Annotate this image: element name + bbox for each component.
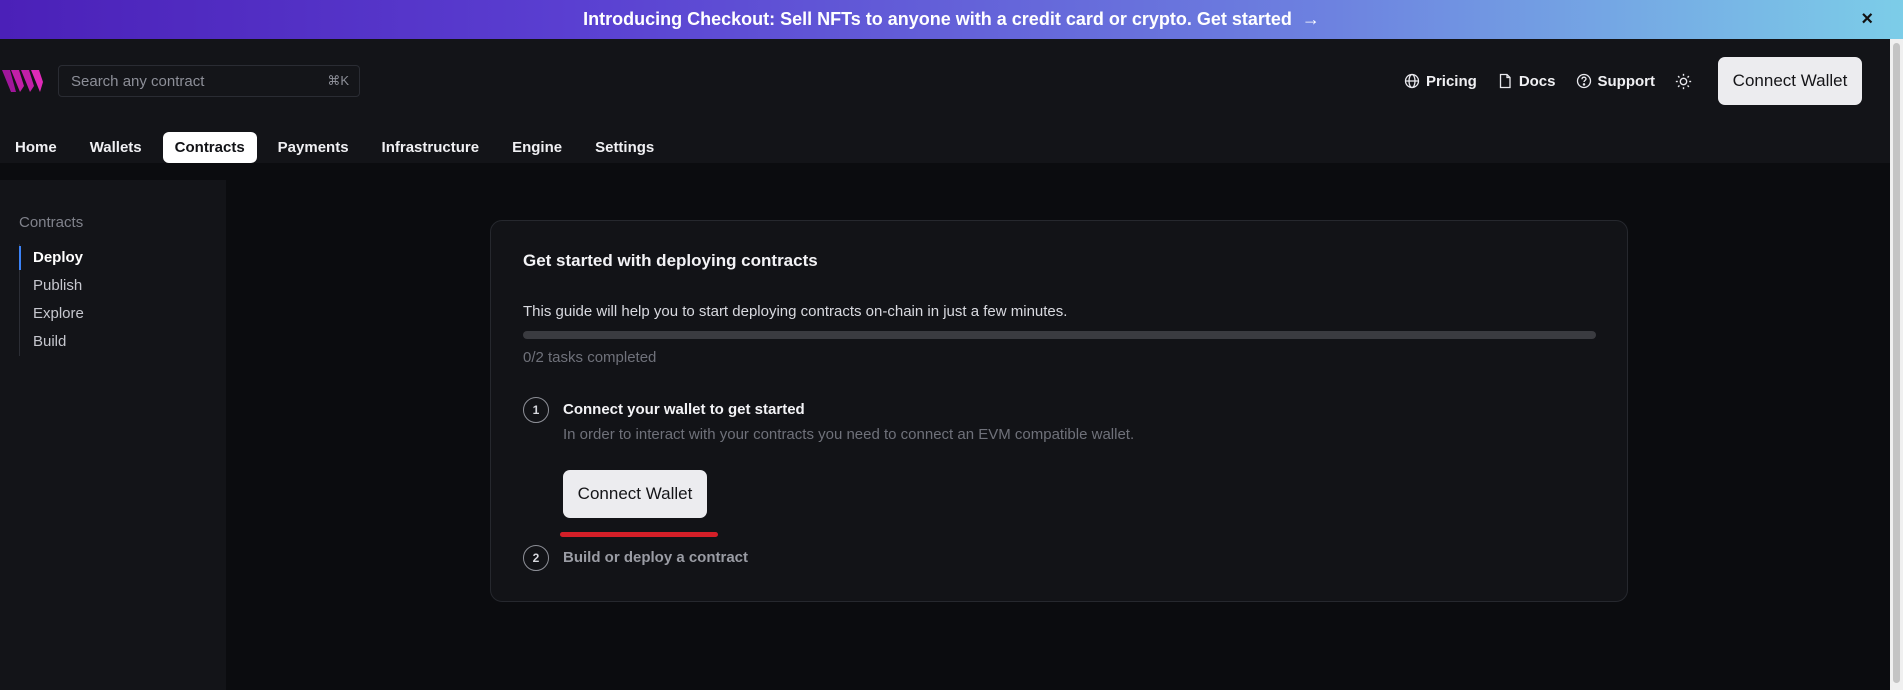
tab-wallets[interactable]: Wallets [78,132,154,163]
get-started-card: Get started with deploying contracts Thi… [490,220,1628,602]
close-icon[interactable]: × [1861,8,1873,30]
sidebar-heading: Contracts [19,214,84,231]
step-description: In order to interact with your contracts… [563,426,1135,443]
sidebar-item-build[interactable]: Build [20,328,84,356]
sidebar-item-publish[interactable]: Publish [20,272,84,300]
banner-link[interactable]: Introducing Checkout: Sell NFTs to anyon… [583,9,1320,30]
annotation-underline [560,532,718,537]
tab-engine[interactable]: Engine [500,132,574,163]
help-circle-icon [1576,73,1591,89]
sidebar-item-explore[interactable]: Explore [20,300,84,328]
support-label: Support [1597,72,1656,90]
tab-home[interactable]: Home [3,132,69,163]
pricing-link[interactable]: Pricing [1404,73,1477,90]
top-navigation: Pricing Docs Support Connect Wallet [1404,56,1862,106]
support-link[interactable]: Support [1576,72,1656,90]
sidebar-item-deploy[interactable]: Deploy [19,244,84,272]
connect-wallet-button[interactable]: Connect Wallet [1718,57,1862,105]
card-title: Get started with deploying contracts [523,251,818,270]
sidebar-list: Deploy Publish Explore Build [19,244,84,356]
document-icon [1499,73,1511,89]
app-header: Search any contract ⌘K Pricing Docs Supp… [0,39,1890,163]
sun-icon [1675,73,1692,89]
globe-icon [1404,73,1420,89]
card-description: This guide will help you to start deploy… [523,303,1068,320]
search-input[interactable]: Search any contract ⌘K [58,65,360,97]
docs-link[interactable]: Docs [1497,73,1556,90]
progress-bar [523,331,1596,339]
arrow-right-icon: → [1301,9,1320,29]
tab-contracts[interactable]: Contracts [162,131,257,163]
main-navigation: Home Wallets Contracts Payments Infrastr… [0,131,672,163]
pricing-label: Pricing [1425,72,1477,90]
tab-settings[interactable]: Settings [583,132,666,163]
docs-label: Docs [1518,72,1556,90]
scrollbar-thumb[interactable] [1893,43,1900,683]
tasks-completed: 0/2 tasks completed [523,349,657,366]
step-title: Connect your wallet to get started [563,401,805,418]
theme-toggle[interactable] [1675,73,1692,90]
step-title: Build or deploy a contract [563,549,749,566]
page-scrollbar[interactable] [1890,39,1903,690]
tab-payments[interactable]: Payments [266,132,361,163]
announcement-banner[interactable]: Introducing Checkout: Sell NFTs to anyon… [0,0,1903,39]
search-placeholder: Search any contract [71,72,205,90]
step-number: 1 [523,397,549,423]
step-number: 2 [523,545,549,571]
tab-infrastructure[interactable]: Infrastructure [370,132,492,163]
banner-text: Introducing Checkout: Sell NFTs to anyon… [583,9,1292,29]
logo-icon[interactable] [2,68,44,94]
sidebar: Contracts Deploy Publish Explore Build [0,180,226,690]
connect-wallet-button[interactable]: Connect Wallet [563,470,707,518]
keyboard-shortcut-hint: ⌘K [327,73,349,88]
